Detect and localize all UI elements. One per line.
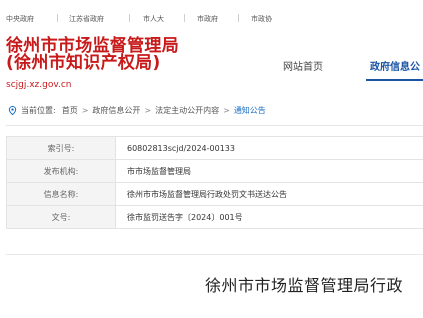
site-logo-title[interactable]: 徐州市市场监督管理局 (徐州市知识产权局) (6, 38, 179, 72)
document-metadata-table: 索引号: 60802813scjd/2024-00133 发布机构: 市市场监督… (6, 136, 423, 229)
location-pin-icon (8, 106, 17, 115)
site-url: scjgj.xz.gov.cn (6, 80, 72, 90)
nav-item-home[interactable]: 网站首页 (283, 58, 323, 73)
table-row: 索引号: 60802813scjd/2024-00133 (6, 136, 423, 160)
breadcrumb-separator-icon: > (223, 106, 230, 115)
breadcrumb-label: 当前位置: (21, 106, 56, 115)
topbar-divider (57, 14, 58, 22)
document-title: 徐州市市场监督管理局行政 (205, 276, 404, 295)
nav-active-indicator (366, 79, 423, 81)
topbar-divider (129, 14, 130, 22)
nav-item-gov-info[interactable]: 政府信息公 (370, 58, 420, 73)
meta-value-doc-number: 徐市监罚送告字〔2024〕001号 (115, 205, 423, 229)
meta-value-index-number: 60802813scjd/2024-00133 (115, 136, 423, 160)
topbar-link-jiangsu-gov[interactable]: 江苏省政府 (69, 14, 104, 24)
breadcrumb-item-notices[interactable]: 通知公告 (234, 105, 266, 116)
breadcrumb-separator-icon: > (81, 106, 89, 115)
topbar-divider (184, 14, 185, 22)
breadcrumb: 当前位置: 首页 > 政府信息公开 > 法定主动公开内容 > 通知公告 (8, 105, 266, 116)
breadcrumb-item-statutory[interactable]: 法定主动公开内容 (155, 105, 219, 116)
topbar-link-central-gov[interactable]: 中央政府 (6, 14, 34, 24)
topbar-link-cppcc[interactable]: 市政协 (251, 14, 272, 24)
breadcrumb-item-home[interactable]: 首页 (62, 105, 78, 116)
top-link-bar: 中央政府 江苏省政府 市人大 市政府 市政协 (0, 0, 423, 34)
site-title-line2: (徐州市知识产权局) (6, 53, 161, 73)
meta-key-info-name: 信息名称: (6, 182, 116, 206)
meta-key-publisher: 发布机构: (6, 159, 116, 183)
breadcrumb-separator-icon: > (144, 106, 152, 115)
topbar-divider (238, 14, 239, 22)
meta-value-publisher: 市市场监督管理局 (115, 159, 423, 183)
section-divider (6, 254, 423, 255)
meta-key-doc-number: 文号: (6, 205, 116, 229)
table-row: 信息名称: 徐州市市场监督管理局行政处罚文书送达公告 (6, 182, 423, 206)
table-row: 发布机构: 市市场监督管理局 (6, 159, 423, 183)
breadcrumb-item-gov-info[interactable]: 政府信息公开 (92, 105, 140, 116)
topbar-link-city-gov[interactable]: 市政府 (197, 14, 218, 24)
meta-value-info-name: 徐州市市场监督管理局行政处罚文书送达公告 (115, 182, 423, 206)
meta-key-index-number: 索引号: (6, 136, 116, 160)
breadcrumb-divider (6, 125, 423, 126)
table-row: 文号: 徐市监罚送告字〔2024〕001号 (6, 205, 423, 229)
topbar-link-npc[interactable]: 市人大 (143, 14, 164, 24)
